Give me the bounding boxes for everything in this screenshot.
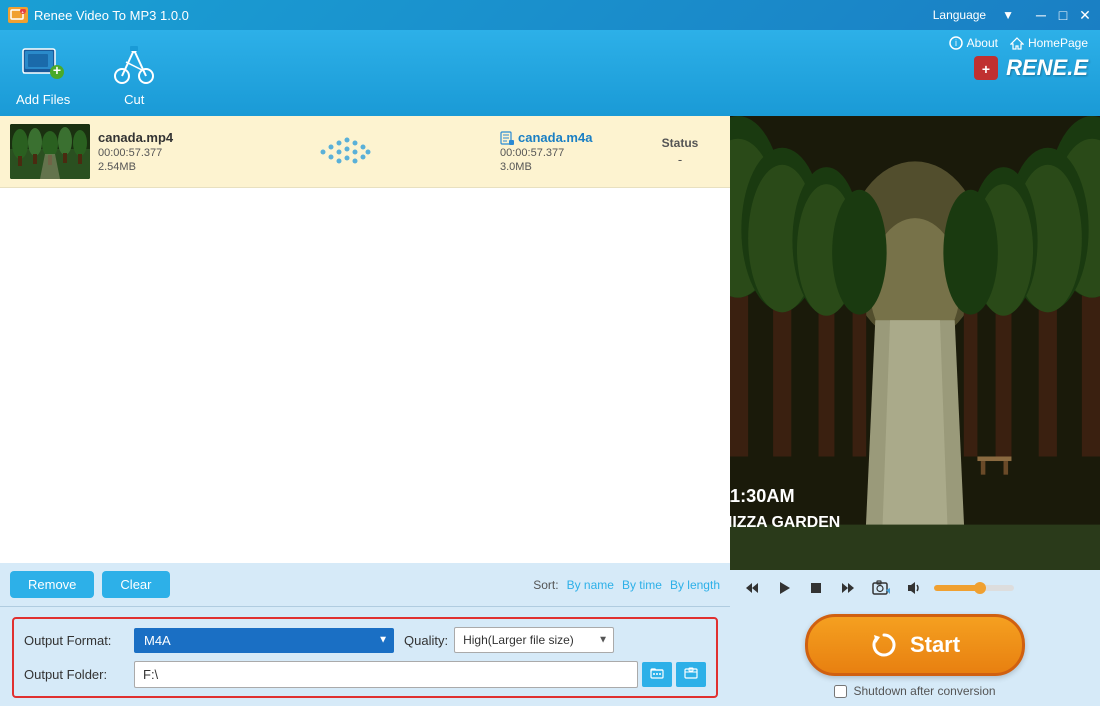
play-button[interactable] xyxy=(772,578,796,598)
remove-button[interactable]: Remove xyxy=(10,571,94,598)
minimize-button[interactable]: ─ xyxy=(1034,8,1048,22)
logo-area: i About HomePage + RENE.E xyxy=(900,30,1100,116)
video-preview: 11:30AM NIZZA GARDEN xyxy=(730,116,1100,570)
shutdown-label[interactable]: Shutdown after conversion xyxy=(853,684,995,698)
volume-button[interactable] xyxy=(902,578,926,598)
input-size: 2.54MB xyxy=(98,161,173,173)
stop-button[interactable] xyxy=(804,578,828,598)
sort-by-name[interactable]: By name xyxy=(567,578,614,592)
arrow-dots xyxy=(318,137,355,167)
table-row: canada.mp4 00:00:57.377 2.54MB xyxy=(0,116,730,188)
add-files-label: Add Files xyxy=(16,92,70,107)
sort-area: Sort: By name By time By length xyxy=(533,578,720,592)
app-icon: + xyxy=(8,7,28,23)
file-table: canada.mp4 00:00:57.377 2.54MB xyxy=(0,116,730,563)
sort-by-length[interactable]: By length xyxy=(670,578,720,592)
bottom-controls: Remove Clear Sort: By name By time By le… xyxy=(0,563,730,606)
logo-text: + RENE.E xyxy=(972,54,1088,82)
conversion-arrow xyxy=(173,137,500,167)
sort-by-time[interactable]: By time xyxy=(622,578,662,592)
screenshot-button[interactable] xyxy=(868,578,894,598)
quality-label: Quality: xyxy=(404,633,448,648)
format-label: Output Format: xyxy=(24,633,124,648)
homepage-button[interactable]: HomePage xyxy=(1010,36,1088,50)
output-filename: canada.m4a xyxy=(500,130,640,145)
language-selector[interactable]: Language ▼ xyxy=(921,4,1026,26)
svg-text:NIZZA GARDEN: NIZZA GARDEN xyxy=(730,514,840,531)
file-list-area: canada.mp4 00:00:57.377 2.54MB xyxy=(0,116,730,706)
input-file-info: canada.mp4 00:00:57.377 2.54MB xyxy=(98,130,173,173)
main-area: canada.mp4 00:00:57.377 2.54MB xyxy=(0,116,1100,706)
settings-highlight-box: Output Format: M4A MP3 WAV AAC ▼ Quality… xyxy=(12,617,718,698)
output-file-info: canada.m4a 00:00:57.377 3.0MB xyxy=(500,130,640,173)
start-button[interactable]: Start xyxy=(805,614,1025,676)
video-scene: 11:30AM NIZZA GARDEN xyxy=(730,116,1100,570)
format-select-wrapper: M4A MP3 WAV AAC ▼ xyxy=(134,628,394,653)
file-thumbnail xyxy=(10,124,90,179)
status-value: - xyxy=(640,152,720,167)
start-area: Start Shutdown after conversion xyxy=(730,606,1100,706)
output-duration: 00:00:57.377 xyxy=(500,147,640,159)
svg-text:i: i xyxy=(955,38,957,48)
svg-text:+: + xyxy=(53,62,61,78)
folder-input-wrapper xyxy=(134,661,706,688)
quality-select[interactable]: High(Larger file size) Medium Low xyxy=(454,627,614,653)
about-button[interactable]: i About xyxy=(949,36,998,50)
output-size: 3.0MB xyxy=(500,161,640,173)
volume-thumb xyxy=(974,582,986,594)
title-bar-left: + Renee Video To MP3 1.0.0 xyxy=(8,7,189,23)
quality-wrapper: Quality: High(Larger file size) Medium L… xyxy=(404,627,614,653)
video-controls xyxy=(730,570,1100,606)
shutdown-checkbox[interactable] xyxy=(834,685,847,698)
folder-label: Output Folder: xyxy=(24,667,124,682)
folder-open-button[interactable] xyxy=(676,662,706,687)
clear-button[interactable]: Clear xyxy=(102,571,169,598)
start-label: Start xyxy=(910,632,960,658)
input-duration: 00:00:57.377 xyxy=(98,147,173,159)
status-header: Status xyxy=(640,136,720,150)
folder-row: Output Folder: xyxy=(24,661,706,688)
volume-slider[interactable] xyxy=(934,585,1014,591)
shutdown-option: Shutdown after conversion xyxy=(834,684,995,698)
logo-nav: i About HomePage xyxy=(949,36,1088,50)
rewind-button[interactable] xyxy=(740,578,764,598)
format-select[interactable]: M4A MP3 WAV AAC xyxy=(134,628,394,653)
svg-text:+: + xyxy=(982,61,990,77)
folder-input[interactable] xyxy=(134,661,638,688)
quality-select-wrapper: High(Larger file size) Medium Low ▼ xyxy=(454,627,614,653)
title-bar: + Renee Video To MP3 1.0.0 Language ▼ ─ … xyxy=(0,0,1100,30)
sort-label: Sort: xyxy=(533,578,558,592)
forward-button[interactable] xyxy=(836,578,860,598)
close-button[interactable]: ✕ xyxy=(1078,8,1092,22)
status-area: Status - xyxy=(640,136,720,167)
output-settings: Output Format: M4A MP3 WAV AAC ▼ Quality… xyxy=(0,606,730,706)
right-panel: 11:30AM NIZZA GARDEN xyxy=(730,116,1100,706)
title-bar-right: Language ▼ ─ □ ✕ xyxy=(921,4,1092,26)
add-files-icon: + xyxy=(19,40,67,88)
maximize-button[interactable]: □ xyxy=(1056,8,1070,22)
svg-text:11:30AM: 11:30AM xyxy=(730,486,795,506)
thumbnail-image xyxy=(10,124,90,179)
format-row: Output Format: M4A MP3 WAV AAC ▼ Quality… xyxy=(24,627,706,653)
folder-browse-button[interactable] xyxy=(642,662,672,687)
cut-label: Cut xyxy=(124,92,144,107)
cut-button[interactable]: Cut xyxy=(110,40,158,107)
cut-icon xyxy=(110,40,158,88)
toolbar: + Add Files Cut i About xyxy=(0,30,1100,116)
add-files-button[interactable]: + Add Files xyxy=(16,40,70,107)
input-filename: canada.mp4 xyxy=(98,130,173,145)
app-title: Renee Video To MP3 1.0.0 xyxy=(34,8,189,23)
